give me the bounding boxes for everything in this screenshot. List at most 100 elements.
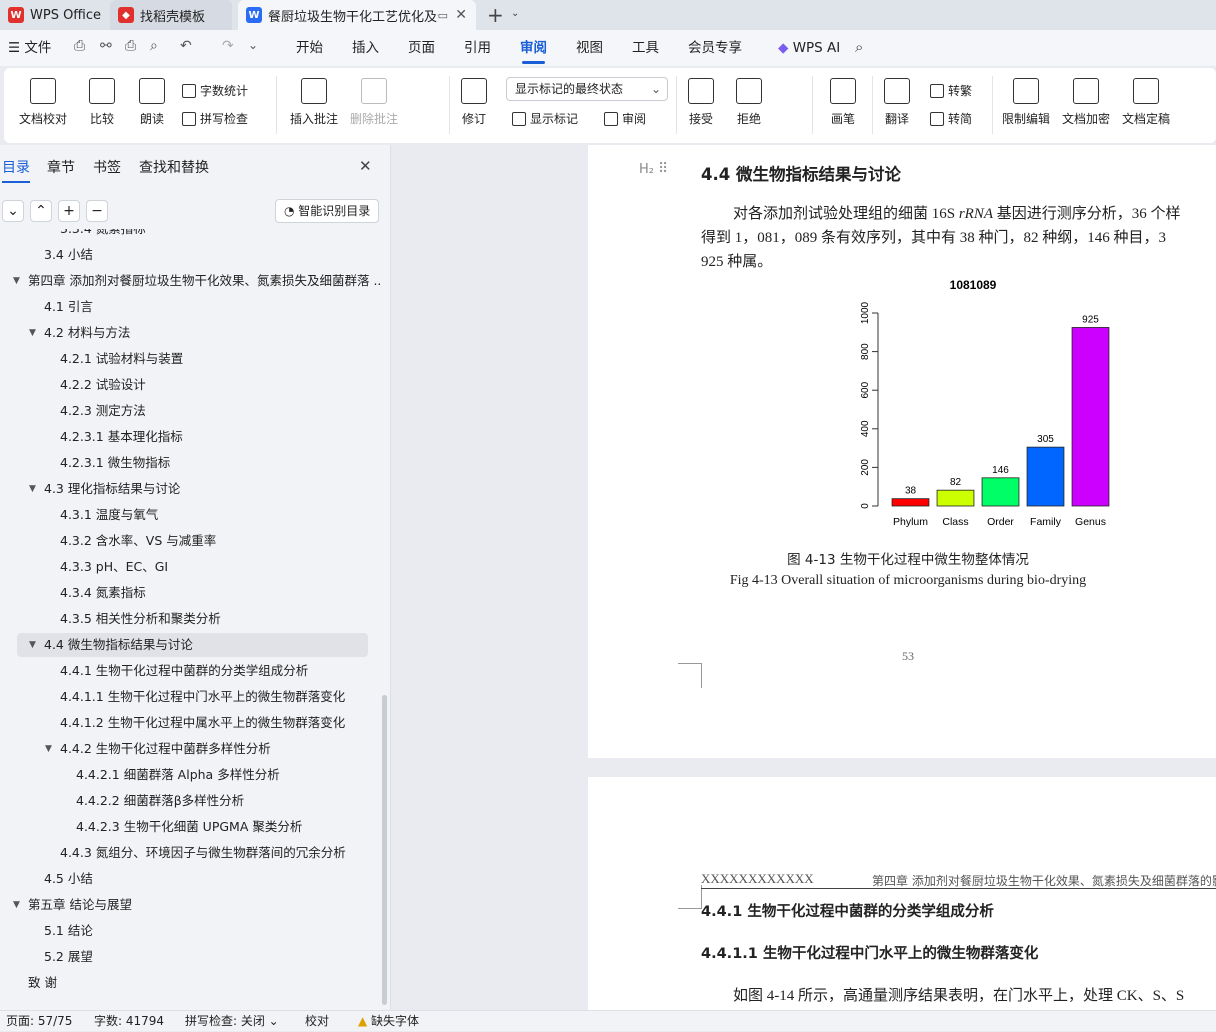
toc-item[interactable]: 4.4.2.2 细菌群落β多样性分析 [0,789,380,813]
menu-view[interactable]: 视图 [576,30,603,66]
toc-item[interactable]: 4.2.2 试验设计 [0,373,380,397]
missing-font-status[interactable]: ▲ 缺失字体 [358,1011,419,1032]
compare-button[interactable]: 比较 [89,78,115,127]
toc-item[interactable]: 4.4.2.3 生物干化细菌 UPGMA 聚类分析 [0,815,380,839]
spellcheck-button[interactable]: 拼写检查 [182,110,248,127]
toc-item[interactable]: 3.4 小结 [0,243,380,267]
toc-item[interactable]: ▼ 4.3 理化指标结果与讨论 [0,477,380,501]
toc-item[interactable]: 4.4.3 氮组分、环境因子与微生物群落间的冗余分析 [0,841,380,865]
tab-document[interactable]: W 餐厨垃圾生物干化工艺优化及影 ▭ ✕ [238,0,476,30]
expand-triangle-icon[interactable]: ▼ [29,633,36,657]
menu-review[interactable]: 审阅 [520,30,547,66]
translate-button[interactable]: 翻译 [884,78,910,127]
toc-item[interactable]: 4.2.3.1 基本理化指标 [0,425,380,449]
tab-template[interactable]: ◆ 找稻壳模板 [110,0,232,30]
spell-check-status[interactable]: 拼写检查: 关闭 ⌄ [185,1011,279,1032]
nav-tab-toc[interactable]: 目录 [2,157,30,183]
subheading[interactable]: 4.4.1 生物干化过程中菌群的分类学组成分析 [701,900,994,921]
toc-item[interactable]: ▼ 4.4 微生物指标结果与讨论 [17,633,368,657]
proofread-button[interactable]: 文档校对 [19,78,67,127]
link-icon[interactable]: ⚯ [100,38,112,54]
show-markup-button[interactable]: 显示标记 [512,110,578,127]
new-tab-icon[interactable]: + [487,3,504,27]
smart-toc-button[interactable]: ◔ 智能识别目录 [275,199,379,223]
menu-insert[interactable]: 插入 [352,30,379,66]
toc-item[interactable]: 4.3.1 温度与氧气 [0,503,380,527]
proof-status[interactable]: 校对 [305,1011,329,1032]
toc-item[interactable]: 3.3.4 氮素指标 [0,229,380,241]
revise-button[interactable]: 修订 [461,78,487,127]
toc-item[interactable]: 5.1 结论 [0,919,380,943]
nav-tab-bookmarks[interactable]: 书签 [93,157,121,177]
print-icon[interactable]: ⎙ [125,38,136,54]
expand-triangle-icon[interactable]: ▼ [13,893,20,917]
scrollbar[interactable] [382,695,387,1005]
restrict-edit-button[interactable]: 限制编辑 [1002,78,1050,127]
toc-item[interactable]: 4.4.1.1 生物干化过程中门水平上的微生物群落变化 [0,685,380,709]
word-count-button[interactable]: 字数统计 [182,82,248,99]
monitor-icon[interactable]: ▭ [438,9,448,22]
toc-item[interactable]: 4.2.3.1 微生物指标 [0,451,380,475]
paragraph[interactable]: 对各添加剂试验处理组的细菌 16S rRNA 基因进行测序分析，36 个样 得到… [701,202,1216,274]
close-icon[interactable]: ✕ [455,7,467,23]
accept-button[interactable]: 接受 [688,78,714,127]
menu-start[interactable]: 开始 [296,30,323,66]
toc-item[interactable]: 4.4.2.1 细菌群落 Alpha 多样性分析 [0,763,380,787]
insert-comment-button[interactable]: 插入批注 [290,78,338,127]
page-indicator[interactable]: 页面: 57/75 [6,1011,72,1032]
to-traditional-button[interactable]: 转繁 [930,82,972,99]
toc-item[interactable]: 4.5 小结 [0,867,380,891]
subheading[interactable]: 4.4.1.1 生物干化过程中门水平上的微生物群落变化 [701,942,1038,963]
toc-item[interactable]: 4.3.3 pH、EC、GI [0,555,380,579]
wps-ai-button[interactable]: ◆ WPS AI [778,30,840,66]
toc-item[interactable]: 4.3.4 氮素指标 [0,581,380,605]
nav-tab-sections[interactable]: 章节 [47,157,75,177]
toc-item[interactable]: 4.1 引言 [0,295,380,319]
toc-item[interactable]: 致 谢 [0,971,380,995]
toc-item[interactable]: ▼ 第四章 添加剂对餐厨垃圾生物干化效果、氮素损失及细菌群落 ... [0,269,380,293]
expand-triangle-icon[interactable]: ▼ [29,477,36,501]
more-icon[interactable]: ⌄ [248,38,258,52]
expand-triangle-icon[interactable]: ▼ [45,737,52,761]
toc-item[interactable]: ▼ 第五章 结论与展望 [0,893,380,917]
toc-item[interactable]: ▼ 4.2 材料与方法 [0,321,380,345]
paragraph[interactable]: 如图 4-14 所示，高通量测序结果表明，在门水平上，处理 CK、S、S [733,984,1184,1005]
menu-page[interactable]: 页面 [408,30,435,66]
toc-item[interactable]: 4.3.2 含水率、VS 与减重率 [0,529,380,553]
to-simplified-button[interactable]: 转简 [930,110,972,127]
reject-button[interactable]: 拒绝 [736,78,762,127]
undo-icon[interactable]: ↶ [180,38,192,54]
close-icon[interactable]: ✕ [359,157,372,175]
save-icon[interactable]: ⎙ [74,38,85,54]
expand-triangle-icon[interactable]: ▼ [13,269,20,293]
section-heading[interactable]: 4.4 微生物指标结果与讨论 [701,161,901,185]
finalize-button[interactable]: 文档定稿 [1122,78,1170,127]
add-heading-button[interactable]: + [58,200,80,222]
toc-item[interactable]: 4.2.1 试验材料与装置 [0,347,380,371]
menu-tools[interactable]: 工具 [632,30,659,66]
toc-item[interactable]: 4.3.5 相关性分析和聚类分析 [0,607,380,631]
encrypt-button[interactable]: 文档加密 [1062,78,1110,127]
word-count[interactable]: 字数: 41794 [94,1011,164,1032]
toc-item[interactable]: 4.2.3 测定方法 [0,399,380,423]
review-pane-button[interactable]: 审阅 [604,110,646,127]
toc-item[interactable]: 4.4.1 生物干化过程中菌群的分类学组成分析 [0,659,380,683]
chevron-down-icon[interactable]: ⌄ [511,8,519,19]
expand-triangle-icon[interactable]: ▼ [29,321,36,345]
toc-item[interactable]: 5.2 展望 [0,945,380,969]
file-menu[interactable]: ☰ 文件 [8,30,51,66]
drag-handle-icon[interactable]: ⠿ [658,161,668,177]
collapse-up-button[interactable]: ⌃ [30,200,52,222]
toc-item[interactable]: ▼ 4.4.2 生物干化过程中菌群多样性分析 [0,737,380,761]
menu-member[interactable]: 会员专享 [688,30,742,66]
markup-state-select[interactable]: 显示标记的最终状态 ⌄ [506,77,668,101]
toc-item[interactable]: 4.4.1.2 生物干化过程中属水平上的微生物群落变化 [0,711,380,735]
read-aloud-button[interactable]: 朗读 [139,78,165,127]
menu-reference[interactable]: 引用 [464,30,491,66]
pen-button[interactable]: 画笔 [830,78,856,127]
print-preview-icon[interactable]: ⌕ [150,38,158,54]
remove-heading-button[interactable]: − [86,200,108,222]
search-icon[interactable]: ⌕ [855,38,863,56]
nav-tab-find-replace[interactable]: 查找和替换 [139,157,209,177]
expand-down-button[interactable]: ⌄ [2,200,24,222]
